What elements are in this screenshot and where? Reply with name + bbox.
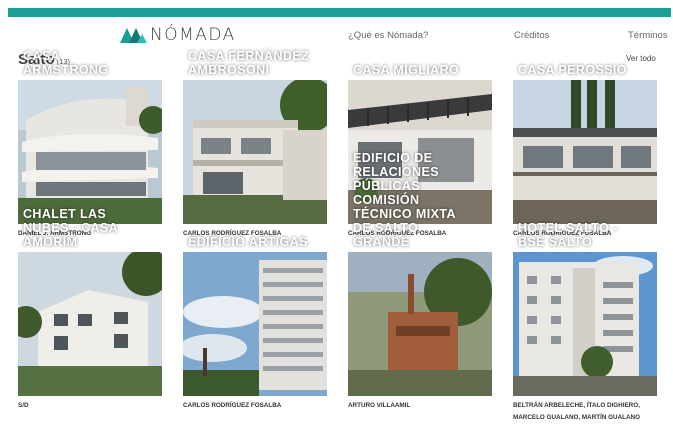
card-title: CHALET LAS NUBES - CASA AMORIM — [23, 207, 119, 249]
card-title: CASA FERNÁNDEZ AMBROSONI — [188, 49, 310, 77]
card-author: S/D — [18, 402, 29, 409]
building-photo — [513, 252, 657, 396]
card-image[interactable] — [183, 252, 327, 396]
view-all-link[interactable]: Ver todo — [626, 54, 656, 63]
top-accent-bar — [8, 8, 671, 17]
card-image[interactable] — [513, 252, 657, 396]
brand-logo[interactable]: NÓMADA — [120, 24, 236, 46]
card-image[interactable] — [18, 252, 162, 396]
card-title: CASA MIGLIARO — [353, 63, 460, 77]
card-author: BELTRÁN ARBELECHE, ÍTALO DIGHIERO, MARCE… — [513, 402, 640, 421]
card-author: ARTURO VILLAAMIL — [348, 402, 411, 409]
card-title: HOTEL SALTO - BSE SALTO — [518, 221, 618, 249]
card-title: EDIFICIO DE RELACIONES PÚBLICAS COMISIÓN… — [353, 151, 456, 249]
card-title: EDIFICIO ARTIGAS — [188, 235, 308, 249]
card-title: CASA ARMSTRONG — [23, 49, 109, 77]
card-image[interactable] — [513, 80, 657, 224]
building-photo — [348, 252, 492, 396]
nomada-logo-icon — [120, 28, 147, 43]
building-photo — [513, 80, 657, 224]
card-image[interactable] — [18, 80, 162, 224]
building-photo — [18, 80, 162, 224]
nav-terminos[interactable]: Términos — [628, 30, 668, 41]
brand-name: NÓMADA — [150, 25, 236, 45]
nav-que-es-nomada[interactable]: ¿Qué es Nómada? — [348, 30, 428, 41]
building-photo — [183, 252, 327, 396]
card-author: CARLOS RODRÍGUEZ FOSALBA — [183, 402, 282, 409]
building-photo — [18, 252, 162, 396]
card-image[interactable] — [348, 252, 492, 396]
card-image[interactable] — [183, 80, 327, 224]
card-title: CASA PEROSSIO — [518, 63, 627, 77]
nav-creditos[interactable]: Créditos — [514, 30, 549, 41]
building-photo — [183, 80, 327, 224]
